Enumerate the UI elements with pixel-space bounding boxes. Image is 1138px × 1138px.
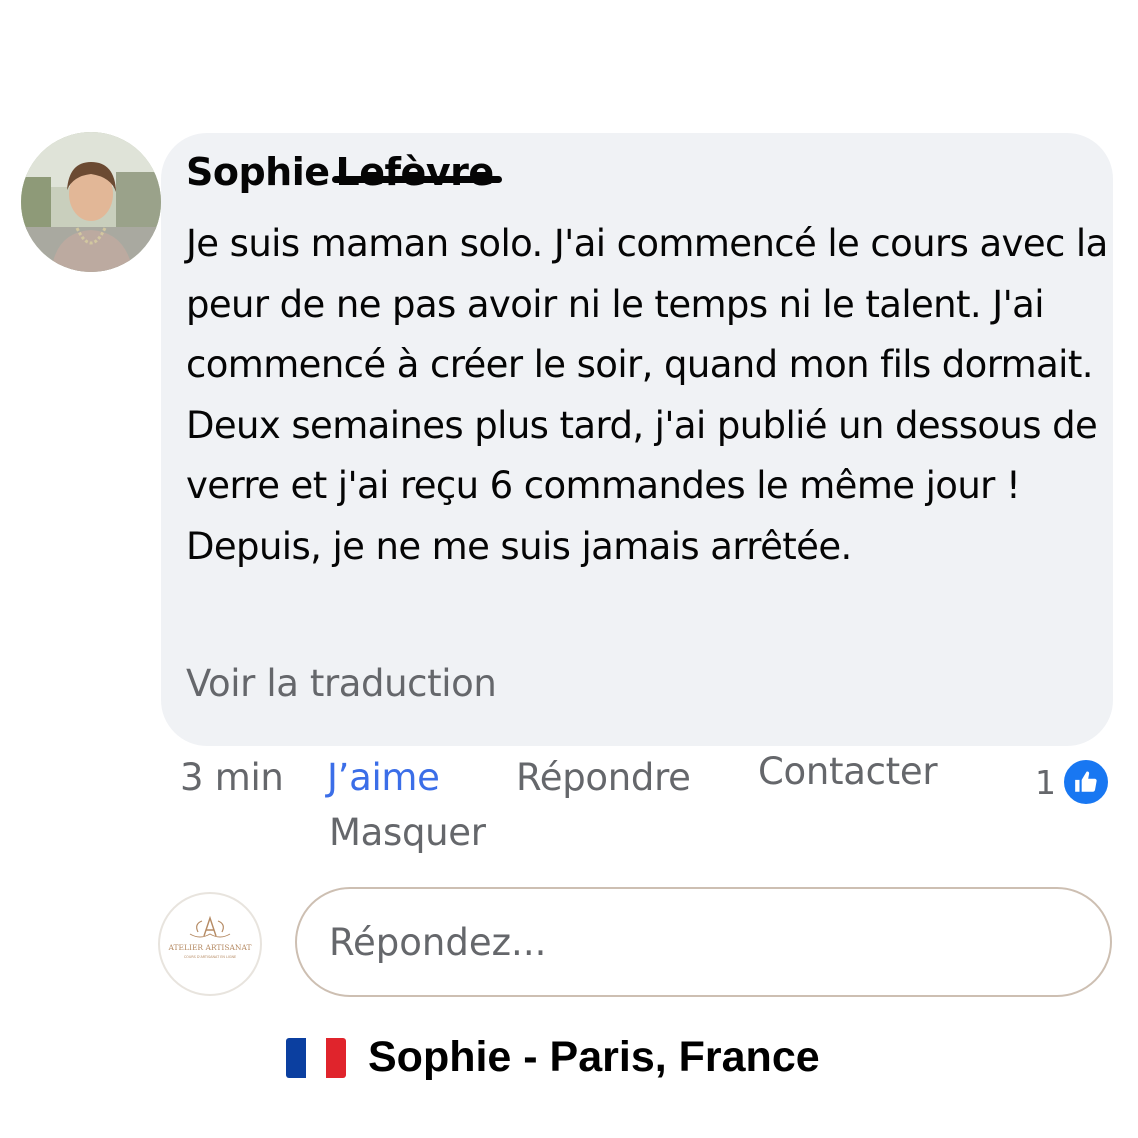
reply-input[interactable] — [295, 887, 1112, 997]
like-count: 1 — [1035, 762, 1056, 802]
page-logo-avatar[interactable]: ATELIER ARTISANAT COURS D'ARTISANAT EN L… — [158, 892, 262, 996]
testimonial-attribution: Sophie - Paris, France — [368, 1033, 820, 1081]
thumbs-up-icon — [1062, 758, 1110, 806]
atelier-logo-icon: ATELIER ARTISANAT COURS D'ARTISANAT EN L… — [168, 915, 252, 959]
commenter-avatar[interactable] — [21, 132, 161, 272]
hide-button[interactable]: Masquer — [329, 811, 486, 854]
comment-timestamp: 3 min — [180, 756, 284, 799]
reply-button[interactable]: Répondre — [516, 756, 691, 799]
redaction-strike — [331, 176, 502, 183]
svg-text:COURS D'ARTISANAT EN LIGNE: COURS D'ARTISANAT EN LIGNE — [184, 955, 236, 959]
like-button[interactable]: J’aime — [327, 756, 440, 799]
testimonial-footer: Sophie - Paris, France — [286, 1033, 820, 1082]
author-last-name-redacted: Lefèvre — [331, 150, 502, 194]
france-flag-icon — [286, 1037, 346, 1078]
commenter-photo — [21, 132, 161, 272]
comment-author[interactable]: Sophie Lefèvre — [186, 150, 502, 194]
reaction-summary[interactable]: 1 — [1035, 758, 1110, 806]
svg-text:ATELIER ARTISANAT: ATELIER ARTISANAT — [168, 943, 252, 952]
author-first-name: Sophie — [186, 150, 330, 194]
see-translation-link[interactable]: Voir la traduction — [186, 662, 497, 705]
contact-button[interactable]: Contacter — [758, 750, 938, 793]
comment-text: Je suis maman solo. J'ai commencé le cou… — [186, 222, 1108, 568]
